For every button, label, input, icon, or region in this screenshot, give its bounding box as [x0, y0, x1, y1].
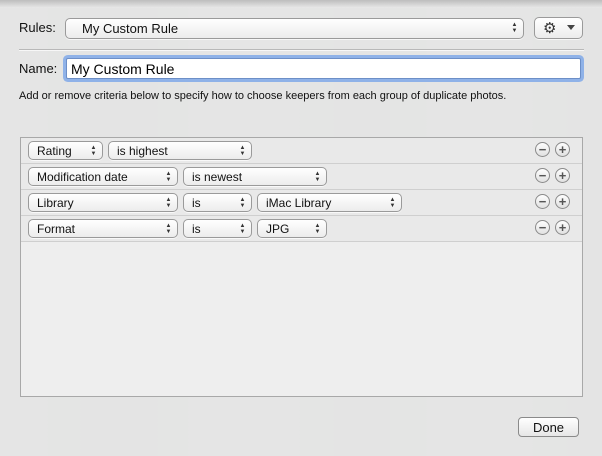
- criteria-value-value: iMac Library: [266, 195, 332, 210]
- plus-circle-icon[interactable]: +: [555, 142, 570, 157]
- popup-arrows-icon: ▲ ▼: [239, 222, 246, 235]
- criteria-row: Modification date ▲ ▼ is newest ▲ ▼ − +: [21, 164, 582, 190]
- criteria-field-value: Modification date: [37, 169, 128, 184]
- minus-circle-icon[interactable]: −: [535, 194, 550, 209]
- minus-circle-icon[interactable]: −: [535, 142, 550, 157]
- rules-popup-value: My Custom Rule: [82, 21, 179, 36]
- chevron-down-icon: [567, 25, 575, 30]
- criteria-row: Rating ▲ ▼ is highest ▲ ▼ − +: [21, 138, 582, 164]
- criteria-operator-popup[interactable]: is highest ▲ ▼: [108, 141, 252, 160]
- criteria-row: Library ▲ ▼ is ▲ ▼ iMac Library ▲ ▼ − +: [21, 190, 582, 216]
- popup-arrows-icon: ▲ ▼: [389, 196, 396, 209]
- rule-editor-sheet: Rules: My Custom Rule ▲▼ ⚙ Name: Add or …: [0, 0, 602, 456]
- criteria-field-popup[interactable]: Library ▲ ▼: [28, 193, 178, 212]
- plus-circle-icon[interactable]: +: [555, 220, 570, 235]
- header-separator: [19, 49, 584, 50]
- criteria-operator-value: is: [192, 195, 201, 210]
- criteria-field-popup[interactable]: Rating ▲ ▼: [28, 141, 103, 160]
- criteria-operator-popup[interactable]: is newest ▲ ▼: [183, 167, 327, 186]
- popup-arrows-icon: ▲ ▼: [511, 21, 518, 34]
- rules-popup[interactable]: My Custom Rule ▲ ▼: [65, 18, 524, 39]
- gear-action-menu[interactable]: ⚙: [534, 17, 583, 39]
- popup-arrows-icon: ▲ ▼: [165, 222, 172, 235]
- popup-arrows-icon: ▲ ▼: [165, 196, 172, 209]
- criteria-field-value: Format: [37, 221, 76, 236]
- popup-arrows-icon: ▲ ▼: [239, 144, 246, 157]
- criteria-field-popup[interactable]: Modification date ▲ ▼: [28, 167, 178, 186]
- criteria-field-popup[interactable]: Format ▲ ▼: [28, 219, 178, 238]
- criteria-value-popup[interactable]: JPG ▲ ▼: [257, 219, 327, 238]
- minus-circle-icon[interactable]: −: [535, 220, 550, 235]
- done-button[interactable]: Done: [518, 417, 579, 437]
- popup-arrows-icon: ▲ ▼: [314, 170, 321, 183]
- popup-arrows-icon: ▲ ▼: [165, 170, 172, 183]
- plus-circle-icon[interactable]: +: [555, 168, 570, 183]
- criteria-operator-value: is highest: [117, 143, 168, 158]
- plus-circle-icon[interactable]: +: [555, 194, 570, 209]
- criteria-row: Format ▲ ▼ is ▲ ▼ JPG ▲ ▼ − +: [21, 216, 582, 242]
- rules-label: Rules:: [19, 20, 56, 35]
- criteria-field-value: Rating: [37, 143, 72, 158]
- criteria-field-value: Library: [37, 195, 74, 210]
- name-label: Name:: [19, 61, 58, 76]
- name-field[interactable]: [66, 58, 581, 79]
- criteria-value-popup[interactable]: iMac Library ▲ ▼: [257, 193, 402, 212]
- sheet-top-shadow: [0, 0, 602, 8]
- criteria-operator-popup[interactable]: is ▲ ▼: [183, 193, 252, 212]
- criteria-value-value: JPG: [266, 221, 290, 236]
- criteria-operator-value: is: [192, 221, 201, 236]
- popup-arrows-icon: ▲ ▼: [239, 196, 246, 209]
- gear-icon: ⚙: [543, 20, 557, 37]
- minus-circle-icon[interactable]: −: [535, 168, 550, 183]
- popup-arrows-icon: ▲ ▼: [90, 144, 97, 157]
- criteria-operator-popup[interactable]: is ▲ ▼: [183, 219, 252, 238]
- criteria-description: Add or remove criteria below to specify …: [19, 90, 507, 102]
- popup-arrows-icon: ▲ ▼: [314, 222, 321, 235]
- criteria-list: Rating ▲ ▼ is highest ▲ ▼ − + Modification…: [20, 137, 583, 397]
- criteria-operator-value: is newest: [192, 169, 243, 184]
